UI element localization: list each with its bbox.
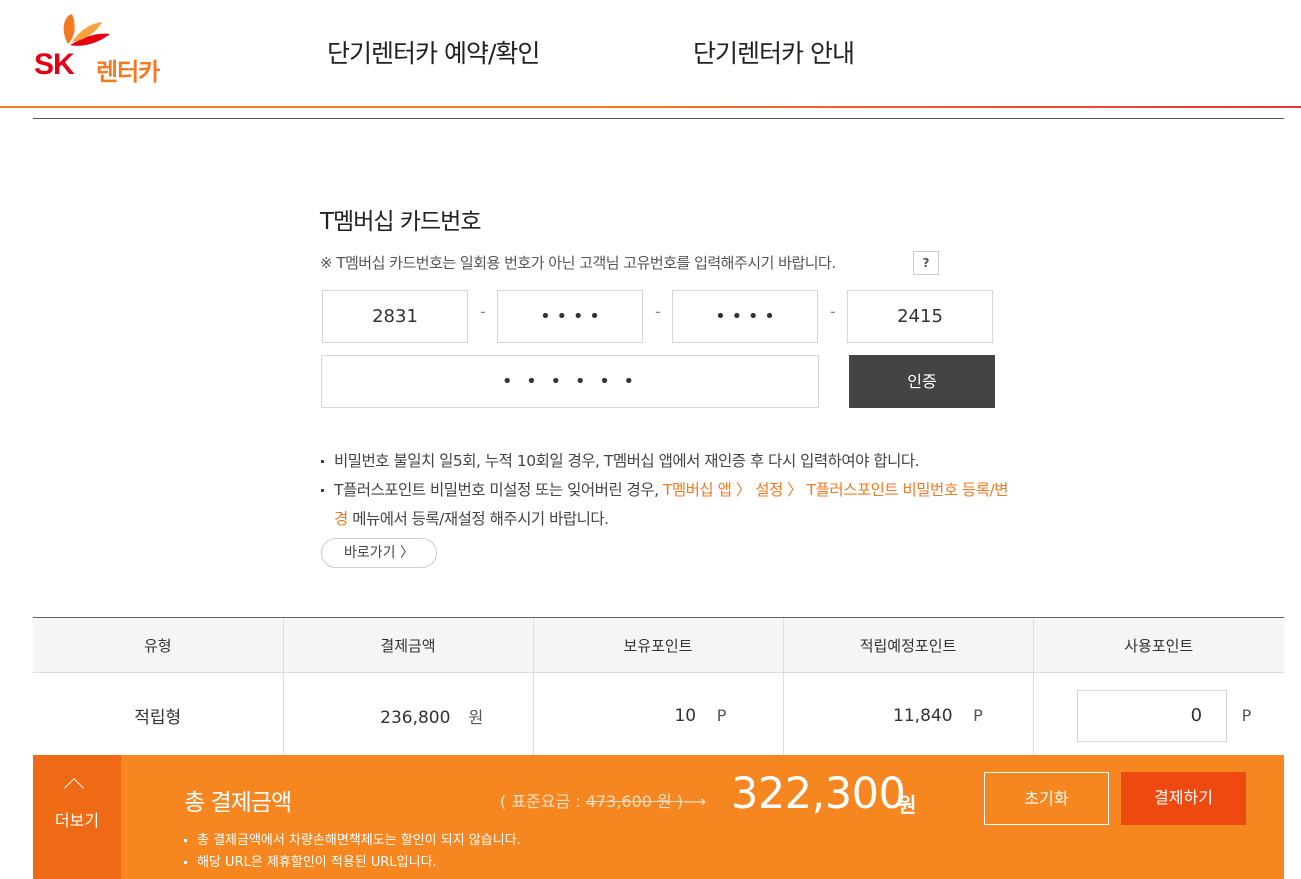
payment-notes: 총 결제금액에서 차량손해면책제도는 할인이 되지 않습니다. 해당 URL은 … (184, 830, 521, 874)
membership-title: T멤버십 카드번호 (320, 209, 481, 235)
nav-guide[interactable]: 단기렌터카 안내 (693, 34, 855, 70)
more-button[interactable]: 더보기 (33, 755, 121, 879)
card-separator: - (830, 302, 836, 321)
held-points-value: 10 (674, 705, 697, 726)
column-header-amount: 결제금액 (282, 617, 533, 673)
total-label: 총 결제금액 (184, 790, 292, 816)
held-points-cell: 10 P (532, 672, 783, 759)
amount-cell: 236,800 원 (282, 672, 533, 759)
password-field[interactable]: • • • • • • (321, 355, 819, 408)
table-header-row: 유형 결제금액 보유포인트 적립예정포인트 사용포인트 (33, 617, 1284, 673)
payment-note: 총 결제금액에서 차량손해면책제도는 할인이 되지 않습니다. (184, 830, 521, 852)
header: SK 렌터카 단기렌터카 예약/확인 단기렌터카 안내 (0, 0, 1301, 108)
logo-sk-text: SK (34, 48, 75, 81)
pay-button[interactable]: 결제하기 (1121, 772, 1246, 825)
column-header-use-points: 사용포인트 (1032, 617, 1284, 673)
sk-rentacar-logo[interactable]: SK 렌터카 (30, 12, 170, 86)
use-points-cell: 0 P (1032, 672, 1284, 759)
use-points-input[interactable]: 0 (1077, 689, 1228, 742)
help-button[interactable]: ? (913, 251, 939, 275)
held-points-unit: P (716, 705, 727, 725)
points-table: 유형 결제금액 보유포인트 적립예정포인트 사용포인트 적립형 236,800 … (33, 617, 1284, 759)
amount-value: 236,800 (380, 707, 451, 728)
total-amount: 322,300 (731, 769, 906, 819)
standard-fare-prefix: ( 표준요금 : (500, 792, 586, 811)
payment-note: 해당 URL은 제휴할인이 적용된 URL입니다. (184, 852, 521, 874)
expected-points-value: 11,840 (893, 705, 953, 726)
notice-item: 비밀번호 불일치 일5회, 누적 10회일 경우, T멤버십 앱에서 재인증 후… (320, 447, 1010, 476)
payment-summary-bar: 더보기 총 결제금액 ( 표준요금 : 473,600 원 )⟶ 322,300… (33, 755, 1284, 879)
card-number-field-2[interactable]: • • • • (497, 290, 643, 343)
card-separator: - (655, 302, 661, 321)
amount-unit: 원 (468, 707, 484, 727)
card-number-field-1[interactable]: 2831 (322, 290, 468, 343)
card-separator: - (480, 302, 486, 321)
goto-button[interactable]: 바로가기 〉 (321, 538, 437, 568)
column-header-type: 유형 (33, 617, 283, 673)
logo-rentacar-text: 렌터카 (96, 58, 160, 86)
notice-list: 비밀번호 불일치 일5회, 누적 10회일 경우, T멤버십 앱에서 재인증 후… (320, 447, 1010, 534)
notice-text: 메뉴에서 등록/재설정 해주시기 바랍니다. (347, 510, 609, 528)
standard-fare: ( 표준요금 : 473,600 원 )⟶ (500, 788, 706, 812)
column-header-held-points: 보유포인트 (532, 617, 783, 673)
notice-text: T플러스포인트 비밀번호 미설정 또는 잊어버린 경우, (334, 481, 663, 499)
table-row: 적립형 236,800 원 10 P 11,840 P 0 P (33, 672, 1284, 759)
card-number-field-3[interactable]: • • • • (672, 290, 818, 343)
reset-button[interactable]: 초기화 (984, 772, 1109, 825)
section-divider (33, 118, 1284, 119)
more-label: 더보기 (54, 811, 100, 830)
arrow-right-icon: ⟶ (683, 792, 707, 811)
column-header-expected-points: 적립예정포인트 (782, 617, 1033, 673)
chevron-up-icon (64, 778, 84, 798)
expected-points-cell: 11,840 P (782, 672, 1033, 759)
standard-fare-value: 473,600 원 ) (585, 792, 684, 811)
total-unit: 원 (898, 793, 917, 817)
header-divider (0, 106, 1301, 108)
type-cell: 적립형 (134, 708, 182, 729)
use-points-unit: P (1241, 705, 1252, 725)
nav-reservation[interactable]: 단기렌터카 예약/확인 (327, 34, 540, 70)
expected-points-unit: P (973, 705, 983, 725)
auth-button[interactable]: 인증 (849, 355, 995, 408)
card-number-field-4[interactable]: 2415 (847, 290, 993, 343)
membership-notice: ※ T멤버십 카드번호는 일회용 번호가 아닌 고객님 고유번호를 입력해주시기… (320, 254, 836, 272)
notice-item: T플러스포인트 비밀번호 미설정 또는 잊어버린 경우, T멤버십 앱 〉 설정… (320, 476, 1010, 534)
notice-text: 비밀번호 불일치 일5회, 누적 10회일 경우, T멤버십 앱에서 재인증 후… (334, 452, 920, 470)
